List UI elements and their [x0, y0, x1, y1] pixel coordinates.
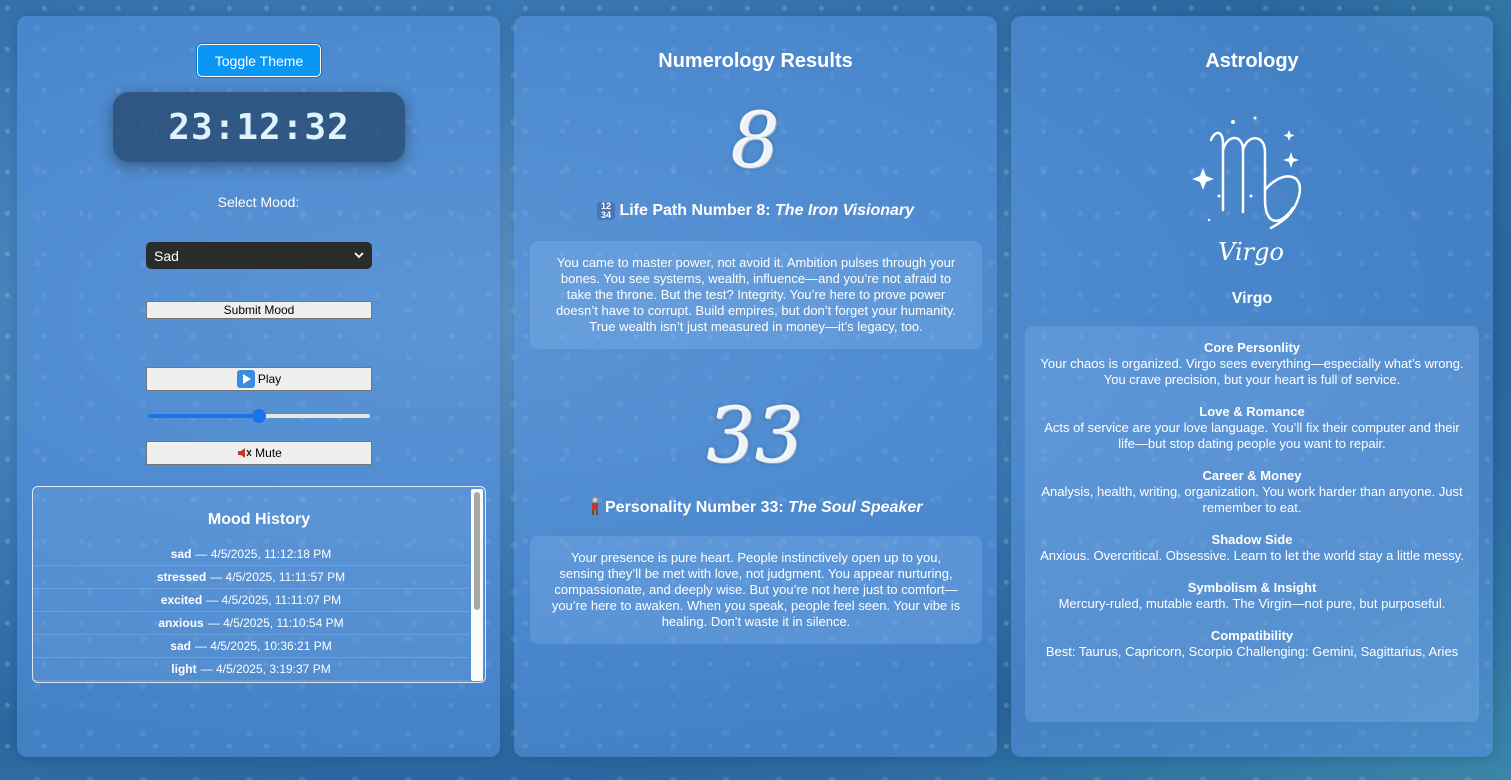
- astro-section-text: Acts of service are your love language. …: [1044, 420, 1460, 451]
- astro-section-heading: Core Personlity: [1203, 340, 1301, 355]
- chevron-down-icon: [354, 252, 364, 259]
- virgo-logo-text: Virgo: [1218, 238, 1284, 266]
- history-timestamp: — 4/5/2025, 11:11:57 PM: [210, 570, 346, 584]
- play-label: Play: [257, 372, 282, 386]
- history-timestamp: — 4/5/2025, 11:10:54 PM: [207, 616, 344, 630]
- astro-section: Career & Money Analysis, health, writing,…: [1025, 468, 1479, 516]
- history-timestamp: — 4/5/2025, 11:11:07 PM: [206, 593, 342, 607]
- numerology-title: Numerology Results: [658, 50, 853, 72]
- history-row: sad — 4/5/2025, 11:12:18 PM: [33, 543, 469, 566]
- astro-section-text: Your chaos is organized. Virgo sees ever…: [1040, 356, 1464, 387]
- astro-section: Shadow Side Anxious. Overcritical. Obsess…: [1025, 532, 1479, 564]
- personality-number-art: 33: [707, 391, 804, 480]
- astro-section-heading: Compatibility: [1210, 628, 1294, 643]
- mood-history-title: Mood History: [207, 511, 311, 528]
- mood-select-value: Sad: [154, 247, 179, 264]
- astro-section-heading: Career & Money: [1202, 468, 1302, 483]
- sign-name: Virgo: [1231, 290, 1273, 307]
- astro-section-text: Analysis, health, writing, organization.…: [1041, 484, 1463, 515]
- select-mood-label: Select Mood:: [217, 194, 300, 210]
- toggle-theme-button[interactable]: Toggle Theme: [197, 44, 321, 77]
- astro-section-text: Anxious. Overcritical. Obsessive. Learn …: [1040, 548, 1464, 563]
- volume-thumb[interactable]: [252, 409, 266, 423]
- submit-mood-button[interactable]: Submit Mood: [146, 301, 372, 319]
- sign-details-card: Core Personlity Your chaos is organized. …: [1025, 326, 1479, 722]
- history-mood: light: [171, 662, 197, 676]
- astro-section-heading: Shadow Side: [1211, 532, 1293, 547]
- astro-section: Symbolism & Insight Mercury-ruled, mutabl…: [1025, 580, 1479, 612]
- history-timestamp: — 4/5/2025, 10:36:21 PM: [194, 639, 332, 653]
- personality-description: Your presence is pure heart. People inst…: [530, 536, 982, 644]
- history-mood: stressed: [156, 570, 207, 584]
- history-timestamp: — 4/5/2025, 11:12:18 PM: [195, 547, 332, 561]
- virgo-sign-logo: Virgo: [1192, 116, 1302, 266]
- history-row: excited — 4/5/2025, 11:11:07 PM: [33, 589, 469, 612]
- astro-section: Compatibility Best: Taurus, Capricorn, Sc…: [1025, 628, 1479, 660]
- mood-panel: Toggle Theme 23:12:32 Select Mood: Sad S…: [17, 16, 500, 757]
- history-mood: excited: [160, 593, 203, 607]
- mute-speaker-icon: [238, 448, 252, 458]
- life-path-heading: 12 34 Life Path Number 8: The Iron Vision…: [514, 202, 997, 220]
- play-button[interactable]: Play: [146, 367, 372, 391]
- history-scrollbar[interactable]: [471, 489, 483, 681]
- numerology-panel: Numerology Results 8 12 34 Life Path Numb…: [514, 16, 997, 757]
- personality-heading: Personality Number 33: The Soul Speaker: [514, 497, 997, 517]
- person-icon: [591, 497, 598, 515]
- volume-fill: [148, 414, 259, 418]
- mood-history-panel[interactable]: Mood History sad — 4/5/2025, 11:12:18 PM s…: [32, 486, 486, 683]
- history-row: light — 4/5/2025, 3:19:37 PM: [33, 658, 469, 681]
- life-path-description: You came to master power, not avoid it. …: [530, 241, 982, 349]
- submit-mood-label: Submit Mood: [223, 303, 295, 317]
- history-mood: sad: [170, 547, 192, 561]
- mood-history-list: sad — 4/5/2025, 11:12:18 PM stressed — 4/5/…: [33, 543, 485, 681]
- numbers-icon: 12 34: [596, 202, 615, 220]
- astro-section-heading: Symbolism & Insight: [1187, 580, 1317, 595]
- history-mood: sad: [170, 639, 191, 653]
- life-path-number-art: 8: [731, 96, 780, 185]
- digital-clock: 23:12:32: [113, 92, 405, 162]
- astrology-title: Astrology: [1205, 50, 1299, 72]
- history-row: stressed — 4/5/2025, 11:11:57 PM: [33, 566, 469, 589]
- mute-button[interactable]: Mute: [146, 441, 372, 465]
- mood-select[interactable]: Sad: [146, 242, 372, 269]
- volume-slider[interactable]: [148, 408, 370, 424]
- astro-section-text: Best: Taurus, Capricorn, Scorpio Challen…: [1045, 644, 1459, 659]
- astro-section: Core Personlity Your chaos is organized. …: [1025, 340, 1479, 388]
- history-row: anxious — 4/5/2025, 11:10:54 PM: [33, 612, 469, 635]
- history-mood: anxious: [158, 616, 204, 630]
- astro-section-text: Mercury-ruled, mutable earth. The Virgin…: [1058, 596, 1446, 611]
- astro-section-heading: Love & Romance: [1199, 404, 1305, 419]
- astrology-panel: Astrology Virgo Virgo Core Personlity You…: [1011, 16, 1493, 757]
- play-icon: [236, 370, 255, 388]
- history-row: sad — 4/5/2025, 10:36:21 PM: [33, 635, 469, 658]
- history-timestamp: — 4/5/2025, 3:19:37 PM: [200, 662, 331, 676]
- astro-section: Love & Romance Acts of service are your l…: [1025, 404, 1479, 452]
- mute-label: Mute: [255, 446, 282, 460]
